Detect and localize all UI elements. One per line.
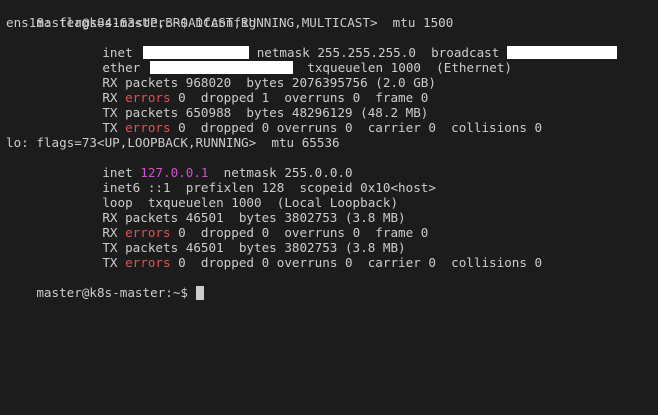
ens18-rx-errors-line: RX errors 0 dropped 1 overruns 0 frame 0: [6, 75, 428, 105]
ens18-tx-errors-word: errors: [125, 120, 171, 135]
lo-tx-packets-line: TX packets 46501 bytes 3802753 (3.8 MB): [6, 225, 405, 255]
redacted-broadcast-block: [507, 46, 618, 59]
ens18-inet-line: inet netmask 255.255.255.0 broadcast: [6, 30, 618, 60]
terminal-window[interactable]: master@k8s-master:~$ ifconfig ens18: fla…: [0, 0, 658, 415]
lo-tx-errors-line: TX errors 0 dropped 0 overruns 0 carrier…: [6, 240, 542, 270]
lo-inet6-line: inet6 ::1 prefixlen 128 scopeid 0x10<hos…: [6, 165, 436, 195]
ens18-header: ens18: flags=4163<UP,BROADCAST,RUNNING,M…: [6, 15, 454, 30]
lo-tx-errors-word: errors: [125, 255, 171, 270]
lo-rx-errors-line: RX errors 0 dropped 0 overruns 0 frame 0: [6, 210, 428, 240]
lo-tx-prefix: TX: [102, 255, 126, 270]
ens18-rx-packets-line: RX packets 968020 bytes 2076395756 (2.0 …: [6, 60, 436, 90]
ens18-tx-prefix: TX: [102, 120, 126, 135]
final-prompt-line[interactable]: master@k8s-master:~$: [6, 270, 204, 300]
ens18-tx-packets-line: TX packets 650988 bytes 48296129 (48.2 M…: [6, 90, 428, 120]
final-shell-prompt: master@k8s-master:~$: [36, 285, 196, 300]
ens18-ether-line: ether txqueuelen 1000 (Ethernet): [6, 45, 512, 75]
lo-inet-line: inet 127.0.0.1 netmask 255.0.0.0: [6, 150, 352, 180]
lo-loop-line: loop txqueuelen 1000 (Local Loopback): [6, 180, 398, 210]
ens18-tx-errors-rest: 0 dropped 0 overruns 0 carrier 0 collisi…: [170, 120, 543, 135]
command-line: master@k8s-master:~$ ifconfig: [6, 0, 256, 30]
text-cursor: [195, 286, 204, 300]
lo-tx-errors-rest: 0 dropped 0 overruns 0 carrier 0 collisi…: [170, 255, 543, 270]
lo-header: lo: flags=73<UP,LOOPBACK,RUNNING> mtu 65…: [6, 135, 340, 150]
lo-rx-packets-line: RX packets 46501 bytes 3802753 (3.8 MB): [6, 195, 405, 225]
ens18-tx-errors-line: TX errors 0 dropped 0 overruns 0 carrier…: [6, 105, 542, 135]
